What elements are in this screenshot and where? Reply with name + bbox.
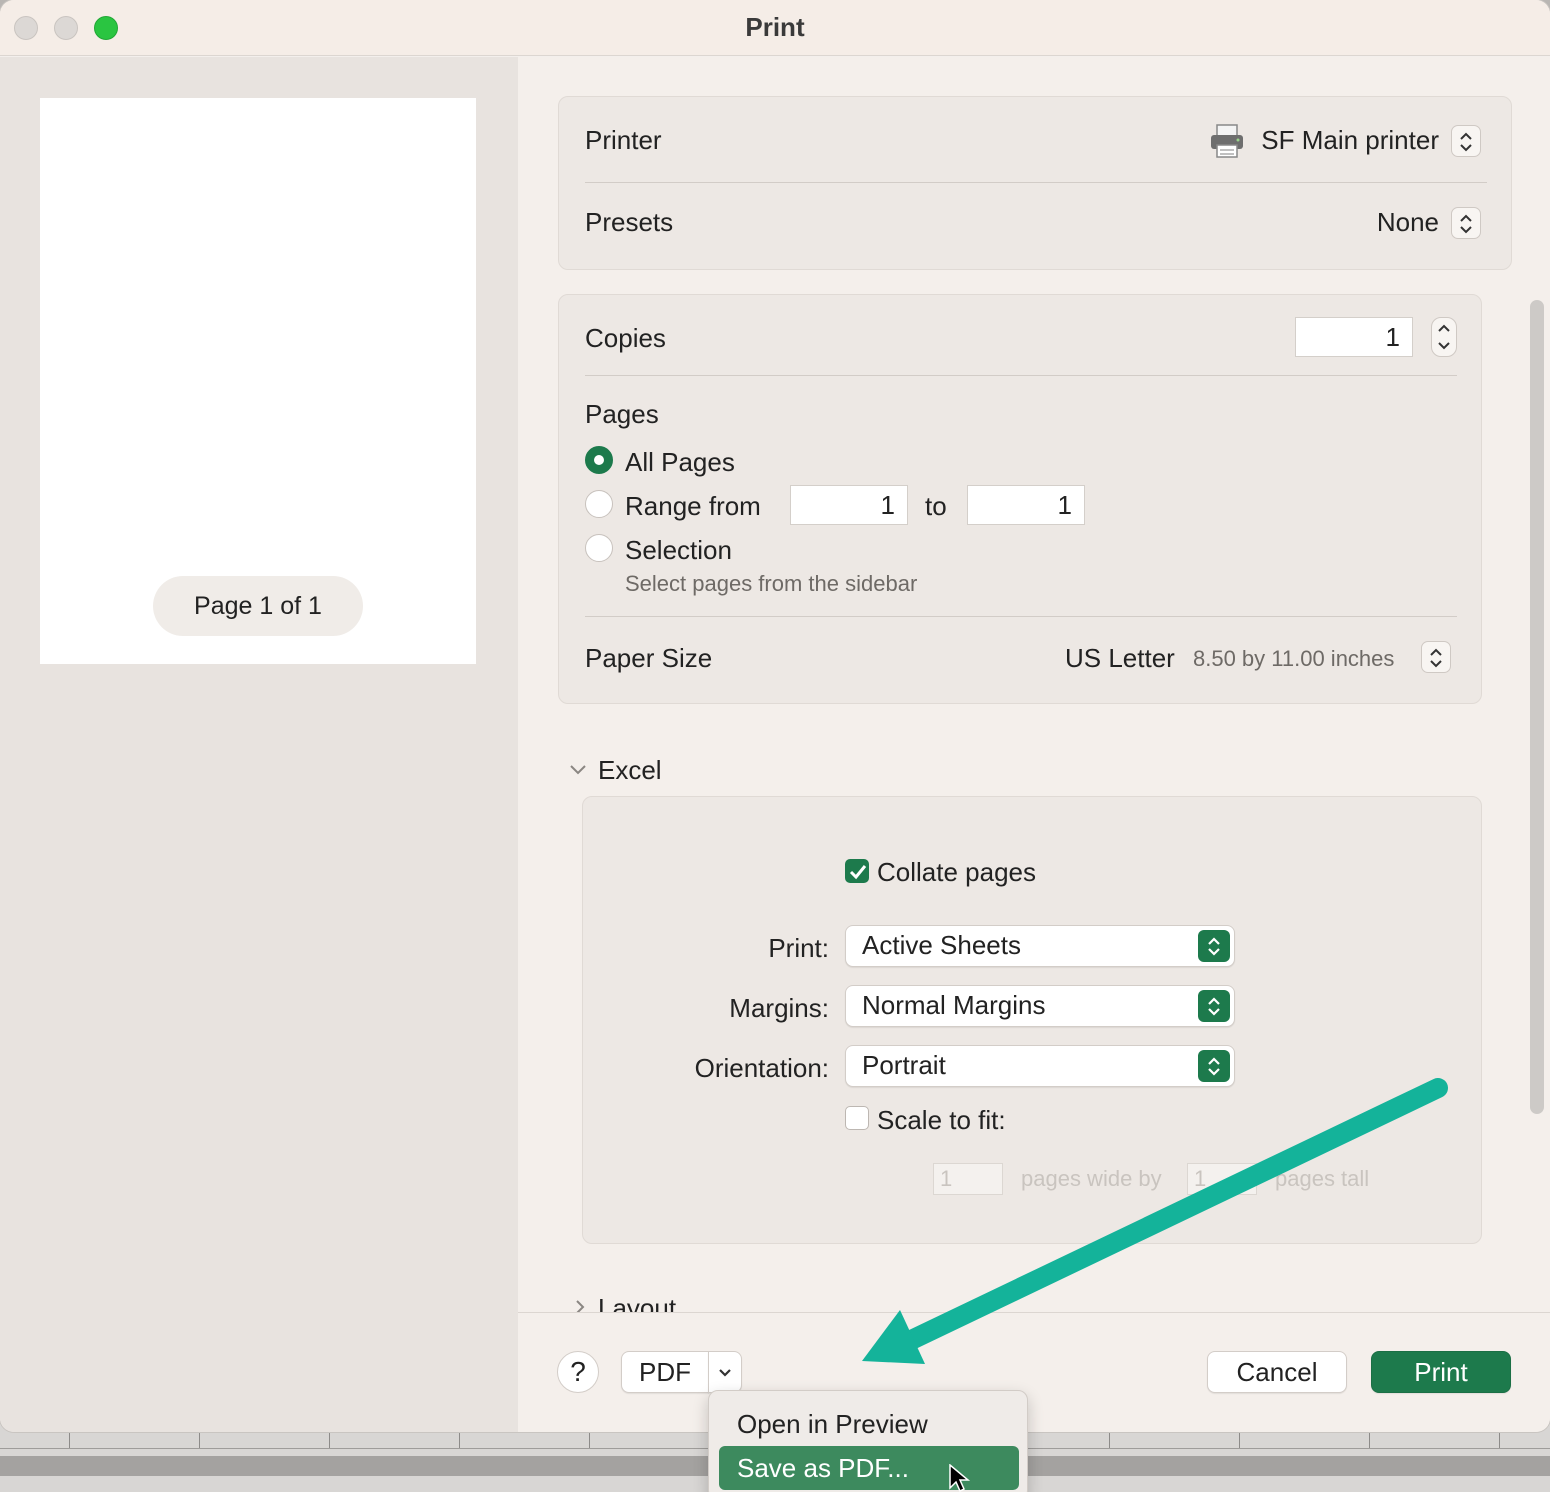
chevron-down-icon xyxy=(719,1369,731,1377)
scale-to-fit-checkbox[interactable] xyxy=(845,1106,869,1130)
pdf-button[interactable]: PDF xyxy=(621,1351,709,1393)
page-indicator: Page 1 of 1 xyxy=(153,576,363,636)
pages-wide-input[interactable]: 1 xyxy=(933,1163,1003,1195)
mouse-cursor-icon xyxy=(948,1463,972,1492)
printer-panel: Printer SF Main printer Presets None xyxy=(558,96,1512,270)
range-from-label: Range from xyxy=(625,491,761,521)
orientation-label: Orientation: xyxy=(694,1053,829,1083)
range-radio[interactable] xyxy=(585,490,613,518)
popup-arrows-icon xyxy=(1198,930,1230,962)
collate-checkbox[interactable] xyxy=(845,859,869,883)
orientation-value: Portrait xyxy=(862,1050,946,1080)
presets-select[interactable]: None xyxy=(1259,207,1439,238)
menu-item-open-in-preview[interactable]: Open in Preview xyxy=(719,1402,1019,1446)
print-what-value: Active Sheets xyxy=(862,930,1021,960)
selection-radio[interactable] xyxy=(585,534,613,562)
popup-arrows-icon xyxy=(1198,1050,1230,1082)
title-bar: Print xyxy=(0,0,1550,56)
printer-icon xyxy=(1209,123,1245,159)
pages-label: Pages xyxy=(585,399,659,429)
selection-hint: Select pages from the sidebar xyxy=(625,571,918,596)
paper-size-select[interactable]: US Letter xyxy=(1065,643,1175,674)
chevron-down-icon[interactable] xyxy=(568,759,588,779)
excel-section-title[interactable]: Excel xyxy=(598,755,662,786)
scale-to-fit-label: Scale to fit: xyxy=(877,1105,1006,1135)
paper-size-popup-arrows-icon[interactable] xyxy=(1421,641,1451,673)
range-end-input[interactable]: 1 xyxy=(967,485,1085,525)
selection-label: Selection xyxy=(625,535,732,565)
panel-divider xyxy=(585,375,1457,376)
preview-sidebar: Page 1 of 1 xyxy=(0,57,518,1432)
range-to-label: to xyxy=(925,491,947,521)
print-what-select[interactable]: Active Sheets xyxy=(845,925,1235,967)
layout-section-title[interactable]: Layout xyxy=(598,1293,676,1312)
margins-label: Margins: xyxy=(729,993,829,1023)
pages-wide-label: pages wide by xyxy=(1021,1166,1162,1191)
cancel-button[interactable]: Cancel xyxy=(1207,1351,1347,1393)
panel-divider xyxy=(585,616,1457,617)
window-title: Print xyxy=(745,12,805,42)
paper-size-detail: 8.50 by 11.00 inches xyxy=(1193,646,1395,671)
popup-arrows-icon xyxy=(1198,990,1230,1022)
pages-tall-input[interactable]: 1 xyxy=(1187,1163,1257,1195)
print-button[interactable]: Print xyxy=(1371,1351,1511,1393)
pages-tall-label: pages tall xyxy=(1275,1166,1370,1191)
all-pages-label: All Pages xyxy=(625,447,735,477)
print-dialog: Print Page 1 of 1 Printer SF Main printe… xyxy=(0,0,1550,1432)
presets-label: Presets xyxy=(585,207,674,237)
menu-item-save-as-pdf[interactable]: Save as PDF... xyxy=(719,1446,1019,1490)
margins-value: Normal Margins xyxy=(862,990,1046,1020)
pdf-menu-button[interactable] xyxy=(708,1351,742,1393)
copies-input[interactable]: 1 xyxy=(1295,317,1413,357)
orientation-select[interactable]: Portrait xyxy=(845,1045,1235,1087)
printer-popup-arrows-icon[interactable] xyxy=(1451,125,1481,157)
printer-label: Printer xyxy=(585,125,662,155)
margins-select[interactable]: Normal Margins xyxy=(845,985,1235,1027)
excel-panel: Collate pages Print: Active Sheets Margi… xyxy=(582,796,1482,1244)
copies-label: Copies xyxy=(585,323,666,353)
printer-select[interactable]: SF Main printer xyxy=(1249,125,1439,156)
paper-size-label: Paper Size xyxy=(585,643,713,673)
help-button[interactable]: ? xyxy=(557,1351,599,1393)
presets-popup-arrows-icon[interactable] xyxy=(1451,207,1481,239)
dialog-footer: ? PDF Cancel Print xyxy=(518,1312,1550,1432)
scrollbar[interactable] xyxy=(1530,300,1544,1114)
copies-pages-panel: Copies 1 Pages All Pages Range from 1 to… xyxy=(558,294,1482,704)
all-pages-radio[interactable] xyxy=(585,446,613,474)
pdf-dropdown-menu: Open in Preview Save as PDF... xyxy=(708,1390,1028,1492)
copies-stepper[interactable] xyxy=(1431,317,1457,357)
print-what-label: Print: xyxy=(768,933,829,963)
panel-divider xyxy=(585,182,1487,183)
collate-label: Collate pages xyxy=(877,857,1036,887)
range-start-input[interactable]: 1 xyxy=(790,485,908,525)
page-preview[interactable]: Page 1 of 1 xyxy=(40,98,476,664)
chevron-right-icon[interactable] xyxy=(572,1299,588,1312)
settings-pane: Printer SF Main printer Presets None Cop… xyxy=(518,57,1550,1312)
